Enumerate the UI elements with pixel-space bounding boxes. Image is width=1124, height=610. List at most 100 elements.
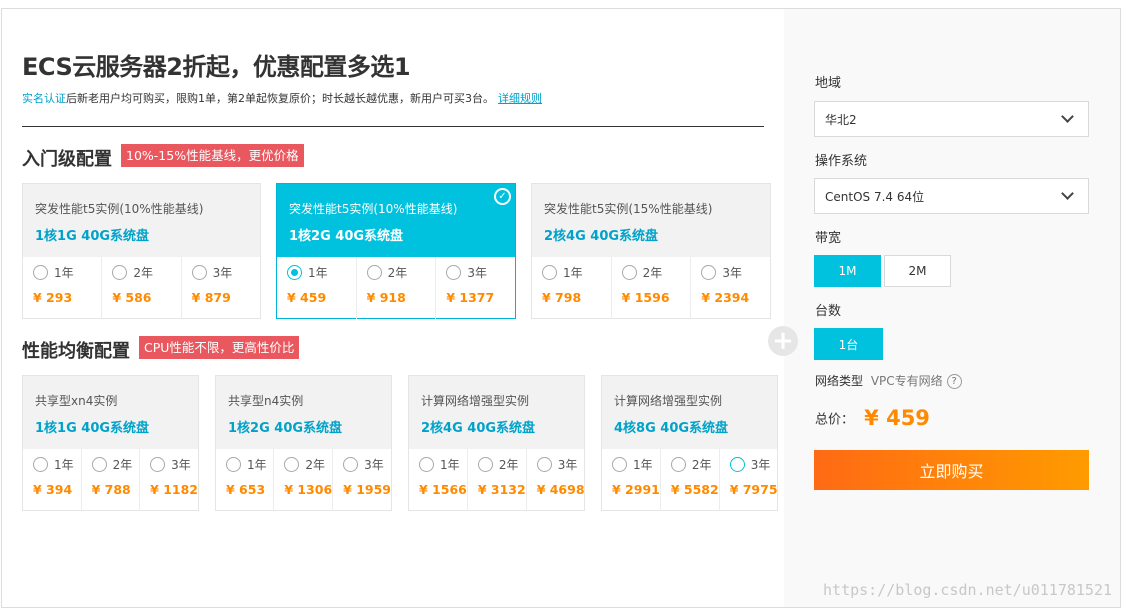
- bandwidth-1m-button[interactable]: 1M: [814, 255, 881, 287]
- term-radio[interactable]: [477, 456, 493, 472]
- instance-card[interactable]: 计算网络增强型实例 4核8G 40G系统盘 1年 ¥ 2991 2年 ¥ 5582 3年 ¥ …: [601, 375, 778, 511]
- term-radio[interactable]: [191, 264, 207, 280]
- instance-spec: 1核2G 40G系统盘: [228, 421, 343, 436]
- term-option[interactable]: 3年 ¥ 1182: [140, 449, 198, 511]
- term-option[interactable]: 3年 ¥ 7975: [720, 449, 778, 511]
- term-radio[interactable]: [343, 456, 359, 472]
- watermark: https://blog.csdn.net/u011781521: [823, 581, 1112, 599]
- instance-spec: 2核4G 40G系统盘: [544, 229, 659, 244]
- term-option[interactable]: 2年 ¥ 918: [357, 257, 437, 319]
- term-price: ¥ 653: [226, 482, 266, 497]
- instance-card[interactable]: 计算网络增强型实例 2核4G 40G系统盘 1年 ¥ 1566 2年 ¥ 3132 3年 ¥ …: [408, 375, 585, 511]
- term-options: 1年 ¥ 2991 2年 ¥ 5582 3年 ¥ 7975: [602, 449, 778, 511]
- instance-card[interactable]: 共享型n4实例 1核2G 40G系统盘 1年 ¥ 653 2年 ¥ 1306 3年 ¥ 195…: [215, 375, 392, 511]
- term-option[interactable]: 3年 ¥ 2394: [691, 257, 770, 319]
- term-price: ¥ 1959: [343, 482, 391, 497]
- region-select[interactable]: 华北2: [814, 101, 1089, 137]
- term-option[interactable]: 3年 ¥ 4698: [527, 449, 585, 511]
- instance-card[interactable]: 突发性能t5实例(10%性能基线) 1核1G 40G系统盘 1年 ¥ 293 2年 ¥ 5…: [22, 183, 261, 319]
- help-icon[interactable]: ?: [946, 374, 962, 389]
- term-radio[interactable]: [91, 456, 107, 472]
- card-header: 突发性能t5实例(10%性能基线) 1核2G 40G系统盘: [277, 184, 515, 257]
- instance-card[interactable]: 共享型xn4实例 1核1G 40G系统盘 1年 ¥ 394 2年 ¥ 788 3年 ¥ 118…: [22, 375, 199, 511]
- term-option[interactable]: 1年 ¥ 459: [277, 257, 357, 319]
- instance-type: 计算网络增强型实例: [421, 394, 530, 408]
- term-options: 1年 ¥ 459 2年 ¥ 918 3年 ¥ 1377: [277, 257, 515, 319]
- term-radio[interactable]: [287, 264, 302, 280]
- term-options: 1年 ¥ 394 2年 ¥ 788 3年 ¥ 1182: [23, 449, 198, 511]
- term-label: 1年: [247, 457, 267, 472]
- term-option[interactable]: 3年 ¥ 1377: [436, 257, 515, 319]
- term-option[interactable]: 2年 ¥ 3132: [468, 449, 527, 511]
- term-price: ¥ 394: [33, 482, 73, 497]
- term-radio[interactable]: [419, 456, 434, 472]
- term-option[interactable]: 2年 ¥ 1596: [612, 257, 692, 319]
- term-radio[interactable]: [542, 264, 557, 280]
- term-option[interactable]: 2年 ¥ 5582: [661, 449, 720, 511]
- term-option[interactable]: 3年 ¥ 1959: [333, 449, 391, 511]
- term-option[interactable]: 2年 ¥ 1306: [274, 449, 334, 511]
- term-label: 3年: [557, 457, 578, 472]
- term-radio[interactable]: [366, 264, 382, 280]
- bandwidth-2m-button[interactable]: 2M: [884, 255, 951, 287]
- term-radio[interactable]: [284, 456, 300, 472]
- term-radio[interactable]: [150, 456, 166, 472]
- instance-spec: 2核4G 40G系统盘: [421, 421, 536, 436]
- count-1-button[interactable]: 1台: [814, 328, 883, 360]
- term-price: ¥ 2394: [701, 290, 750, 305]
- term-radio[interactable]: [446, 264, 462, 280]
- term-price: ¥ 918: [366, 290, 406, 305]
- term-option[interactable]: 1年 ¥ 293: [23, 257, 103, 319]
- term-option[interactable]: 1年 ¥ 653: [216, 449, 275, 511]
- term-options: 1年 ¥ 293 2年 ¥ 586 3年 ¥ 879: [23, 257, 260, 319]
- term-radio[interactable]: [701, 264, 717, 280]
- term-label: 2年: [642, 265, 663, 280]
- term-label: 1年: [54, 457, 74, 472]
- term-label: 1年: [308, 265, 328, 280]
- chevron-down-icon: [1061, 110, 1074, 123]
- os-select[interactable]: CentOS 7.4 64位: [814, 178, 1089, 214]
- instance-type: 突发性能t5实例(15%性能基线): [544, 202, 713, 216]
- term-radio[interactable]: [729, 456, 745, 472]
- instance-type: 突发性能t5实例(10%性能基线): [35, 202, 204, 216]
- card-header: 共享型n4实例 1核2G 40G系统盘: [216, 376, 391, 449]
- term-radio[interactable]: [226, 456, 241, 472]
- instance-card[interactable]: 突发性能t5实例(10%性能基线) 1核2G 40G系统盘 ✓ 1年 ¥ 459 2年 ¥ …: [276, 183, 516, 319]
- term-label: 3年: [722, 265, 742, 280]
- term-label: 1年: [440, 457, 460, 472]
- term-label: 3年: [750, 457, 771, 472]
- term-option[interactable]: 3年 ¥ 879: [182, 257, 260, 319]
- instance-card[interactable]: 突发性能t5实例(15%性能基线) 2核4G 40G系统盘 1年 ¥ 798 2年 ¥ 1…: [531, 183, 771, 319]
- term-option[interactable]: 1年 ¥ 394: [23, 449, 82, 511]
- term-radio[interactable]: [670, 456, 686, 472]
- term-price: ¥ 1377: [446, 290, 495, 305]
- section-title: 入门级配置: [22, 149, 112, 170]
- term-price: ¥ 293: [33, 290, 73, 305]
- term-label: 2年: [305, 457, 325, 472]
- term-radio[interactable]: [612, 456, 627, 472]
- buy-now-button[interactable]: 立即购买: [814, 450, 1089, 490]
- section-title: 性能均衡配置: [22, 341, 130, 362]
- term-label: 3年: [212, 265, 233, 280]
- chevron-down-icon: [1061, 187, 1074, 200]
- term-option[interactable]: 1年 ¥ 798: [532, 257, 612, 319]
- term-label: 3年: [171, 457, 191, 472]
- term-price: ¥ 1306: [284, 482, 333, 497]
- rules-text: 后新老用户均可购买，限购1单，第2单起恢复原价；时长越长越优惠，新用户可买3台。: [66, 92, 494, 105]
- term-radio[interactable]: [112, 264, 128, 280]
- term-radio[interactable]: [536, 456, 552, 472]
- term-option[interactable]: 2年 ¥ 788: [82, 449, 141, 511]
- term-option[interactable]: 1年 ¥ 2991: [602, 449, 661, 511]
- term-option[interactable]: 2年 ¥ 586: [102, 257, 182, 319]
- term-radio[interactable]: [33, 456, 48, 472]
- term-options: 1年 ¥ 798 2年 ¥ 1596 3年 ¥ 2394: [532, 257, 770, 319]
- instance-spec: 1核1G 40G系统盘: [35, 421, 150, 436]
- total-label: 总价：: [815, 412, 855, 428]
- term-radio[interactable]: [621, 264, 637, 280]
- network-type-label: 网络类型: [815, 374, 864, 388]
- term-option[interactable]: 1年 ¥ 1566: [409, 449, 468, 511]
- total-price-row: 总价： ¥ 459: [815, 406, 930, 430]
- rules-link[interactable]: 详细规则: [498, 92, 542, 105]
- term-radio[interactable]: [33, 264, 48, 280]
- section-badge: 10%-15%性能基线，更优价格: [121, 144, 304, 167]
